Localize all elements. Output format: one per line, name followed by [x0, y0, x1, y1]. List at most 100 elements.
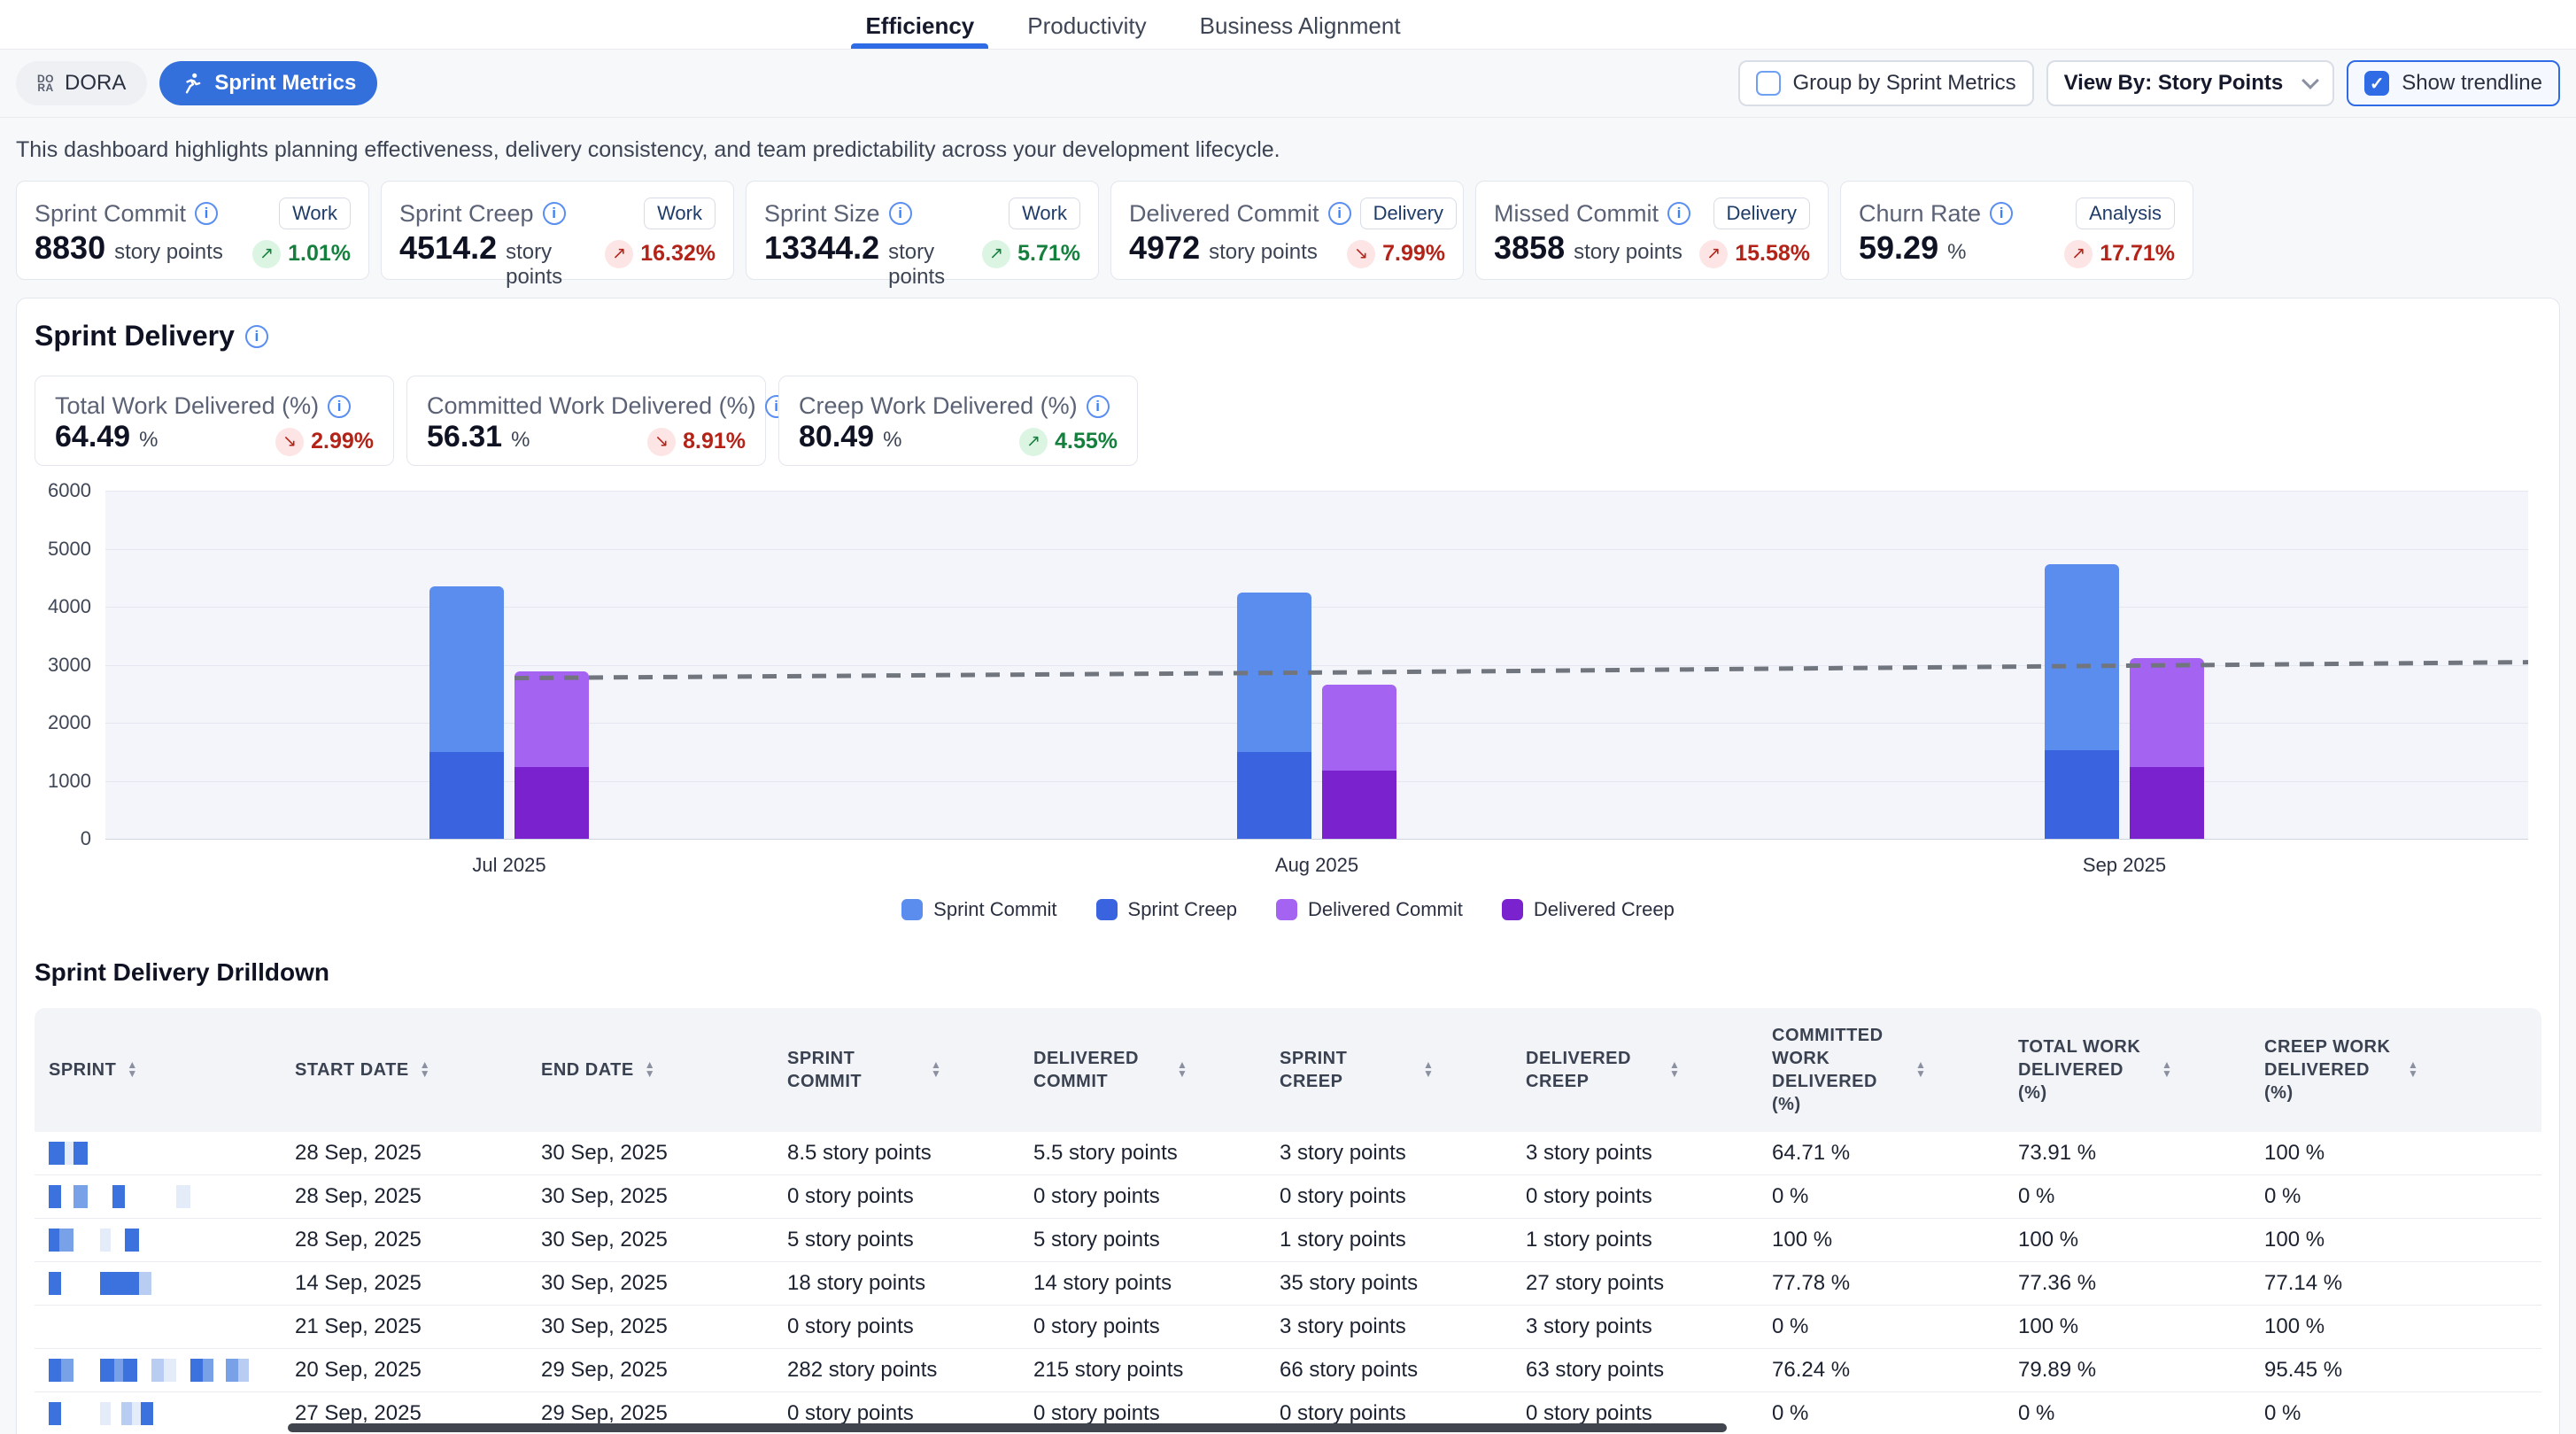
legend-item[interactable]: Sprint Commit — [901, 898, 1056, 921]
table-row[interactable]: 28 Sep, 202530 Sep, 20255 story points5 … — [35, 1219, 2541, 1262]
info-icon[interactable]: i — [1990, 202, 2013, 225]
table-row[interactable]: 28 Sep, 202530 Sep, 20250 story points0 … — [35, 1175, 2541, 1219]
sort-icon[interactable]: ▲▼ — [127, 1061, 137, 1078]
redacted-block — [49, 1142, 65, 1165]
trend-up-arrow-icon: ↗ — [605, 240, 633, 268]
delivered-commit-bar[interactable] — [514, 671, 589, 767]
table-cell: 1 story points — [1512, 1228, 1758, 1252]
x-axis-label: Sep 2025 — [2083, 854, 2166, 877]
info-icon[interactable]: i — [1328, 202, 1351, 225]
sprint-commit-bar[interactable] — [429, 586, 504, 752]
column-header-committed-work-delivered[interactable]: COMMITTED WORK DELIVERED (%)▲▼ — [1758, 1024, 2004, 1116]
active-tab-underline — [851, 43, 988, 49]
info-icon[interactable]: i — [1087, 395, 1110, 418]
column-header-start-date[interactable]: START DATE ▲▼ — [281, 1058, 527, 1081]
delivered-commit-bar[interactable] — [1322, 685, 1396, 771]
tab-productivity[interactable]: Productivity — [1013, 0, 1160, 49]
info-icon[interactable]: i — [543, 202, 566, 225]
tab-business-alignment[interactable]: Business Alignment — [1186, 0, 1415, 49]
sort-icon[interactable]: ▲▼ — [2162, 1061, 2172, 1078]
redacted-block — [137, 1359, 151, 1382]
kpi-card-title: Missed Commit — [1494, 200, 1659, 228]
sort-icon[interactable]: ▲▼ — [2408, 1061, 2418, 1078]
table-row[interactable]: 20 Sep, 202529 Sep, 2025282 story points… — [35, 1349, 2541, 1392]
kpi-card-header: Sprint CommitiWork — [35, 198, 351, 229]
table-cell: 20 Sep, 2025 — [281, 1358, 527, 1383]
sprint-commit-bar[interactable] — [2045, 564, 2119, 751]
table-cell: 28 Sep, 2025 — [281, 1184, 527, 1209]
sort-icon[interactable]: ▲▼ — [1177, 1061, 1187, 1078]
kpi-category-badge: Work — [644, 198, 716, 229]
tab-efficiency[interactable]: Efficiency — [851, 0, 988, 49]
redacted-block — [59, 1229, 73, 1252]
table-cell: 28 Sep, 2025 — [281, 1228, 527, 1252]
sprint-metrics-toggle-button[interactable]: Sprint Metrics — [159, 61, 377, 105]
info-icon[interactable]: i — [328, 395, 351, 418]
show-trendline-checkbox[interactable]: ✓ — [2364, 71, 2389, 96]
group-by-sprint-metrics-control[interactable]: Group by Sprint Metrics — [1738, 60, 2034, 106]
legend-item[interactable]: Delivered Commit — [1276, 898, 1463, 921]
delivered-creep-bar[interactable] — [514, 767, 589, 839]
table-cell: 100 % — [2250, 1228, 2496, 1252]
table-body: 28 Sep, 202530 Sep, 20258.5 story points… — [35, 1132, 2541, 1434]
redacted-block — [125, 1229, 139, 1252]
group-by-checkbox[interactable] — [1756, 71, 1781, 96]
table-cell: 0 % — [1758, 1314, 2004, 1339]
legend-item[interactable]: Delivered Creep — [1502, 898, 1675, 921]
delivered-commit-bar[interactable] — [2130, 658, 2204, 768]
column-header-creep-work-delivered[interactable]: CREEP WORK DELIVERED (%) ▲▼ — [2250, 1035, 2496, 1105]
dora-toggle-button[interactable]: DORA DORA — [16, 61, 147, 105]
legend-label: Delivered Creep — [1534, 898, 1675, 921]
sort-icon[interactable]: ▲▼ — [420, 1061, 430, 1078]
redacted-block — [73, 1185, 88, 1208]
kpi-unit: % — [1947, 240, 1966, 265]
column-header-sprint-creep[interactable]: SPRINT CREEP▲▼ — [1265, 1047, 1512, 1093]
info-icon[interactable]: i — [245, 325, 268, 348]
sort-icon[interactable]: ▲▼ — [1423, 1061, 1434, 1078]
info-icon[interactable]: i — [1667, 202, 1690, 225]
sprint-creep-bar[interactable] — [1237, 752, 1311, 839]
legend-item[interactable]: Sprint Creep — [1096, 898, 1238, 921]
info-icon[interactable]: i — [889, 202, 912, 225]
redacted-block — [176, 1185, 190, 1208]
sort-icon[interactable]: ▲▼ — [1669, 1061, 1680, 1078]
table-cell: 1 story points — [1265, 1228, 1512, 1252]
info-icon[interactable]: i — [195, 202, 218, 225]
redacted-block — [61, 1185, 73, 1208]
sprint-creep-bar[interactable] — [2045, 750, 2119, 839]
table-row[interactable]: 21 Sep, 202530 Sep, 20250 story points0 … — [35, 1306, 2541, 1349]
horizontal-scrollbar-thumb[interactable] — [288, 1423, 1727, 1432]
column-header-label: START DATE — [295, 1058, 409, 1081]
column-header-sprint[interactable]: SPRINT▲▼ — [35, 1058, 281, 1081]
kpi-card: Delivered CommitiDelivery4972story point… — [1110, 181, 1464, 280]
column-header-delivered-commit[interactable]: DELIVERED COMMIT▲▼ — [1019, 1047, 1265, 1093]
redacted-sprint-name — [49, 1272, 281, 1295]
view-by-dropdown[interactable]: View By: Story Points — [2046, 60, 2335, 106]
redacted-block — [164, 1359, 176, 1382]
table-cell: 30 Sep, 2025 — [527, 1184, 773, 1209]
x-axis-label: Aug 2025 — [1275, 854, 1358, 877]
table-cell: 14 story points — [1019, 1271, 1265, 1296]
sort-icon[interactable]: ▲▼ — [1915, 1061, 1926, 1078]
table-row[interactable]: 28 Sep, 202530 Sep, 20258.5 story points… — [35, 1132, 2541, 1175]
table-row[interactable]: 14 Sep, 202530 Sep, 202518 story points1… — [35, 1262, 2541, 1306]
column-header-sprint-commit[interactable]: SPRINT COMMIT▲▼ — [773, 1047, 1019, 1093]
subcard-unit: % — [511, 428, 530, 453]
column-header-end-date[interactable]: END DATE▲▼ — [527, 1058, 773, 1081]
sort-icon[interactable]: ▲▼ — [645, 1061, 655, 1078]
table-cell: 30 Sep, 2025 — [527, 1228, 773, 1252]
delivered-creep-bar[interactable] — [1322, 771, 1396, 839]
show-trendline-control[interactable]: ✓ Show trendline — [2347, 60, 2560, 106]
delivered-creep-bar[interactable] — [2130, 767, 2204, 839]
sprint-creep-bar[interactable] — [429, 752, 504, 839]
redacted-block — [132, 1402, 141, 1425]
column-header-delivered-creep[interactable]: DELIVERED CREEP▲▼ — [1512, 1047, 1758, 1093]
column-header-total-work-delivered[interactable]: TOTAL WORK DELIVERED (%)▲▼ — [2004, 1035, 2250, 1105]
kpi-value: 4514.2 — [399, 229, 497, 267]
kpi-value: 3858 — [1494, 229, 1565, 267]
sort-icon[interactable]: ▲▼ — [931, 1061, 941, 1078]
sprint-commit-bar[interactable] — [1237, 593, 1311, 752]
sprint-delivery-chart: 0100020003000400050006000Jul 2025Aug 202… — [35, 491, 2541, 880]
column-header-label: CREEP WORK DELIVERED (%) — [2264, 1035, 2397, 1105]
y-axis-tick-label: 5000 — [35, 538, 91, 561]
